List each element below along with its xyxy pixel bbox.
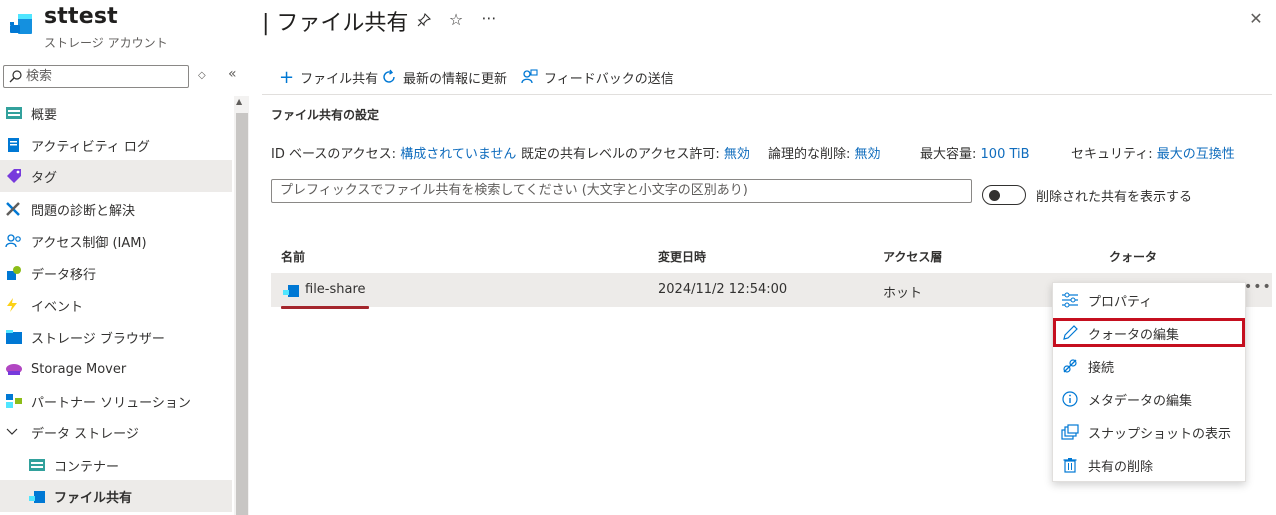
iam-icon	[5, 232, 31, 250]
sidebar-item-label: Storage Mover	[31, 361, 127, 377]
soft-delete-link[interactable]: 無効	[855, 147, 881, 162]
storage-mover-icon	[5, 360, 31, 378]
star-icon[interactable]: ☆	[446, 9, 466, 29]
sort-icon[interactable]: ◇	[198, 70, 206, 81]
menu-item-view-snapshots[interactable]: スナップショットの表示	[1056, 417, 1242, 447]
security-link[interactable]: 最大の互換性	[1157, 147, 1235, 162]
sidebar-item-activity-log[interactable]: アクティビティ ログ	[0, 129, 232, 161]
more-icon[interactable]: ⋯	[479, 8, 499, 28]
container-icon	[28, 456, 54, 474]
sidebar-item-storage-browser[interactable]: ストレージ ブラウザー	[0, 321, 232, 353]
toolbar-divider	[262, 94, 1272, 95]
menu-item-properties[interactable]: プロパティ	[1056, 285, 1242, 315]
partner-icon	[5, 392, 31, 410]
close-icon[interactable]: ✕	[1246, 8, 1266, 28]
snapshot-icon	[1060, 422, 1080, 442]
annotation-highlight-box	[1053, 318, 1245, 347]
chevron-down-icon	[5, 423, 31, 441]
page-title: | ファイル共有	[262, 11, 409, 36]
add-file-share-button[interactable]: + ファイル共有	[279, 66, 378, 88]
sidebar-item-storage-mover[interactable]: Storage Mover	[0, 353, 232, 385]
plus-icon: +	[279, 66, 295, 88]
column-header-quota[interactable]: クォータ	[1109, 248, 1157, 265]
default-permission-link[interactable]: 無効	[724, 147, 750, 162]
tag-icon	[5, 167, 31, 185]
feedback-icon	[520, 69, 538, 85]
info-icon	[1060, 389, 1080, 409]
sidebar-item-partner[interactable]: パートナー ソリューション	[0, 385, 232, 417]
resource-type: ストレージ アカウント	[44, 36, 168, 50]
scroll-up-icon[interactable]: ▲	[236, 97, 242, 106]
column-header-modified[interactable]: 変更日時	[658, 248, 706, 265]
sidebar-item-label: 問題の診断と解決	[31, 203, 136, 219]
sidebar-item-iam[interactable]: アクセス制御 (IAM)	[0, 225, 232, 257]
sidebar-item-label: ファイル共有	[54, 490, 133, 506]
resource-name: sttest	[44, 4, 118, 29]
identity-access-setting: ID ベースのアクセス: 構成されていません	[271, 147, 517, 162]
menu-item-edit-metadata[interactable]: メタデータの編集	[1056, 384, 1242, 414]
sidebar-group-data-storage[interactable]: データ ストレージ	[0, 416, 232, 448]
menu-item-delete-share[interactable]: 共有の削除	[1056, 450, 1242, 480]
file-share-icon	[28, 487, 54, 505]
sidebar-item-label: アクセス制御 (IAM)	[31, 235, 147, 251]
sidebar-item-file-shares[interactable]: ファイル共有	[0, 480, 232, 512]
sidebar-item-label: タグ	[31, 170, 58, 186]
sidebar-item-label: アクティビティ ログ	[31, 139, 150, 155]
file-share-name-link[interactable]: file-share	[305, 282, 366, 297]
delete-icon	[1060, 455, 1080, 475]
sidebar-item-containers[interactable]: コンテナー	[0, 449, 232, 481]
search-input[interactable]: 検索	[3, 65, 189, 88]
diagnose-icon	[5, 200, 31, 218]
column-header-tier[interactable]: アクセス層	[883, 248, 942, 265]
search-icon	[8, 69, 22, 83]
feedback-button[interactable]: フィードバックの送信	[520, 66, 674, 88]
refresh-button[interactable]: 最新の情報に更新	[381, 66, 507, 88]
soft-delete-setting: 論理的な削除: 無効	[768, 147, 881, 162]
settings-heading: ファイル共有の設定	[271, 108, 380, 122]
sidebar-item-data-migration[interactable]: データ移行	[0, 257, 232, 289]
column-header-name[interactable]: 名前	[281, 248, 305, 265]
menu-item-connect[interactable]: 接続	[1056, 351, 1242, 381]
sidebar-item-label: データ ストレージ	[31, 426, 139, 442]
max-capacity-setting: 最大容量: 100 TiB	[920, 147, 1030, 162]
activity-log-icon	[5, 136, 31, 154]
properties-icon	[1060, 290, 1080, 310]
sidebar-item-events[interactable]: イベント	[0, 289, 232, 321]
pin-icon[interactable]	[414, 10, 434, 30]
collapse-sidebar-icon[interactable]: «	[228, 66, 237, 82]
max-capacity-link[interactable]: 100 TiB	[981, 147, 1030, 162]
storage-account-icon	[6, 8, 36, 38]
show-deleted-label: 削除された共有を表示する	[1036, 190, 1193, 205]
sidebar-item-diagnose[interactable]: 問題の診断と解決	[0, 193, 232, 225]
file-share-icon	[282, 283, 300, 303]
toggle-knob	[989, 190, 1000, 201]
row-more-icon[interactable]: •••	[1244, 279, 1272, 295]
prefix-search-input[interactable]: プレフィックスでファイル共有を検索してください (大文字と小文字の区別あり)	[271, 179, 972, 203]
cell-modified: 2024/11/2 12:54:00	[658, 282, 788, 297]
sidebar-item-label: イベント	[31, 299, 84, 315]
sidebar-item-label: ストレージ ブラウザー	[31, 331, 165, 347]
storage-browser-icon	[5, 328, 31, 346]
sidebar-item-label: 概要	[31, 107, 58, 123]
data-migration-icon	[5, 264, 31, 282]
sidebar-item-label: コンテナー	[54, 459, 120, 475]
refresh-icon	[381, 69, 397, 85]
identity-access-link[interactable]: 構成されていません	[400, 147, 516, 162]
overview-icon	[5, 104, 31, 122]
connect-icon	[1060, 356, 1080, 376]
event-icon	[5, 296, 31, 314]
sidebar-item-overview[interactable]: 概要	[0, 97, 232, 129]
sidebar-scrollbar-thumb[interactable]	[236, 113, 248, 515]
cell-tier: ホット	[883, 286, 923, 301]
sidebar-item-label: パートナー ソリューション	[31, 395, 191, 411]
annotation-underline	[281, 306, 369, 309]
security-setting: セキュリティ: 最大の互換性	[1071, 147, 1235, 162]
sidebar-item-label: データ移行	[31, 267, 97, 283]
default-permission-setting: 既定の共有レベルのアクセス許可: 無効	[521, 147, 750, 162]
sidebar-item-tags[interactable]: タグ	[0, 160, 232, 192]
